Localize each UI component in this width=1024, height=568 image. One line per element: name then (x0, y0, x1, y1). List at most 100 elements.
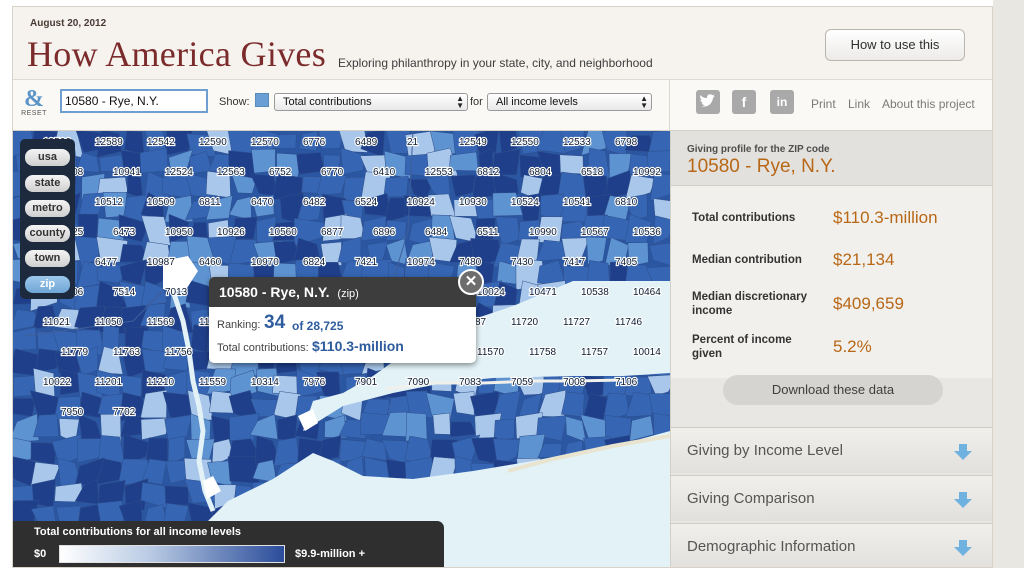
zip-label: 12563 (217, 167, 245, 178)
zip-region[interactable] (471, 437, 498, 465)
zip-label: 11050 (95, 317, 123, 328)
zoom-county-button[interactable]: county (25, 225, 70, 242)
linkedin-icon[interactable]: in (770, 90, 794, 114)
zip-region[interactable] (450, 421, 477, 438)
zip-label: 7059 (511, 377, 534, 388)
section-label: Giving by Income Level (687, 442, 843, 459)
popup-zip-tag: (zip) (337, 288, 359, 300)
zip-label: 12553 (425, 167, 453, 178)
zip-region[interactable] (383, 175, 409, 198)
zip-label: 7008 (563, 377, 586, 388)
arrow-down-icon (954, 540, 972, 556)
zip-region[interactable] (227, 456, 260, 484)
zip-region[interactable] (164, 414, 193, 441)
income-select[interactable]: All income levels ▲ ▼ (487, 93, 652, 111)
stat-label: Total contributions (692, 212, 796, 224)
zip-region[interactable] (453, 391, 475, 416)
zip-label: 7421 (355, 257, 378, 268)
ranking-label: Ranking: (217, 319, 261, 331)
zoom-state-button[interactable]: state (25, 175, 70, 192)
zip-label: 12589 (95, 137, 123, 148)
zip-label: 6470 (251, 197, 274, 208)
zip-region[interactable] (649, 242, 670, 268)
zip-label: 6489 (355, 137, 378, 148)
zip-label: 11746 (615, 317, 643, 328)
stat-label: Percent of income given (692, 334, 792, 360)
zip-label: 10536 (633, 227, 661, 238)
zoom-usa-button[interactable]: usa (25, 149, 70, 166)
zip-label: 10950 (165, 227, 193, 238)
metric-select[interactable]: Total contributions ▲ ▼ (274, 93, 468, 111)
zip-label: 7106 (615, 377, 638, 388)
zip-region[interactable] (228, 196, 252, 221)
print-link[interactable]: Print (811, 97, 836, 111)
zip-info-popup: 10580 - Rye, N.Y. (zip) Ranking: 34 of 2… (209, 277, 476, 363)
zip-label: 10941 (113, 167, 141, 178)
zip-label: 7083 (459, 377, 482, 388)
zip-region[interactable] (162, 391, 192, 420)
zip-label: 6511 (477, 227, 499, 238)
zip-region[interactable] (13, 326, 37, 351)
zoom-zip-button[interactable]: zip (25, 276, 70, 293)
link-link[interactable]: Link (848, 97, 870, 111)
zip-label: 10930 (459, 197, 487, 208)
zip-label: 7090 (407, 377, 430, 388)
popup-title: 10580 - Rye, N.Y. (219, 284, 330, 300)
stat-label: Median discretionary income (692, 291, 808, 317)
zip-region[interactable] (141, 348, 167, 373)
zip-region[interactable] (13, 397, 36, 417)
profile-header: Giving profile for the ZIP code 10580 - … (671, 131, 992, 186)
zip-label: 10987 (147, 257, 175, 268)
zoom-metro-button[interactable]: metro (25, 200, 70, 217)
zip-region[interactable] (78, 413, 103, 443)
zip-label: 10512 (95, 197, 123, 208)
zip-label: 6812 (477, 167, 500, 178)
zip-label: 11757 (581, 347, 609, 358)
zip-region[interactable] (273, 437, 300, 467)
select-arrows-icon: ▲ ▼ (640, 94, 648, 110)
about-link[interactable]: About this project (882, 97, 975, 111)
zip-region[interactable] (13, 413, 40, 443)
zip-label: 7702 (113, 407, 136, 418)
twitter-icon[interactable] (696, 90, 720, 114)
zip-label: 6770 (321, 167, 344, 178)
zip-label: 12549 (459, 137, 487, 148)
zip-label: 6811 (199, 197, 221, 208)
zip-label: 6473 (113, 227, 136, 238)
zip-label: 10538 (581, 287, 609, 298)
section-giving-comparison[interactable]: Giving Comparison (671, 475, 992, 521)
zip-region[interactable] (277, 414, 298, 441)
zip-label: 12590 (199, 137, 227, 148)
choropleth-map[interactable]: 1256612589125421259012570677664892112549… (13, 131, 670, 567)
arrow-down-icon (954, 444, 972, 460)
zip-region[interactable] (432, 412, 451, 435)
zip-region[interactable] (164, 485, 189, 506)
publish-date: August 20, 2012 (30, 18, 107, 29)
how-to-use-button[interactable]: How to use this (825, 29, 965, 61)
select-arrows-icon: ▲ ▼ (456, 94, 464, 110)
section-label: Demographic Information (687, 538, 856, 555)
section-demographic-info[interactable]: Demographic Information (671, 523, 992, 567)
zip-region[interactable] (405, 412, 428, 442)
section-label: Giving Comparison (687, 490, 815, 507)
metric-select-value: Total contributions (283, 96, 372, 108)
zip-label: 7901 (355, 377, 378, 388)
zip-region[interactable] (338, 439, 367, 462)
reset-button[interactable]: & RESET (19, 87, 49, 117)
zoom-level-control: usa state metro county town zip (20, 139, 75, 299)
zip-label: 10314 (251, 377, 279, 388)
zip-label: 6804 (529, 167, 552, 178)
reset-label: RESET (21, 110, 47, 117)
map-legend: Total contributions for all income level… (13, 521, 444, 567)
zip-region[interactable] (228, 438, 261, 460)
close-icon[interactable]: ✕ (458, 269, 484, 295)
section-giving-by-income[interactable]: Giving by Income Level (671, 427, 992, 473)
facebook-icon[interactable]: f (732, 90, 756, 114)
zoom-town-button[interactable]: town (25, 250, 70, 267)
stat-value: $110.3-million (833, 208, 938, 227)
zip-region[interactable] (119, 259, 148, 286)
zip-label: 7405 (615, 257, 638, 268)
zip-region[interactable] (450, 174, 476, 198)
download-data-button[interactable]: Download these data (723, 375, 943, 405)
location-search-input[interactable] (60, 89, 208, 113)
